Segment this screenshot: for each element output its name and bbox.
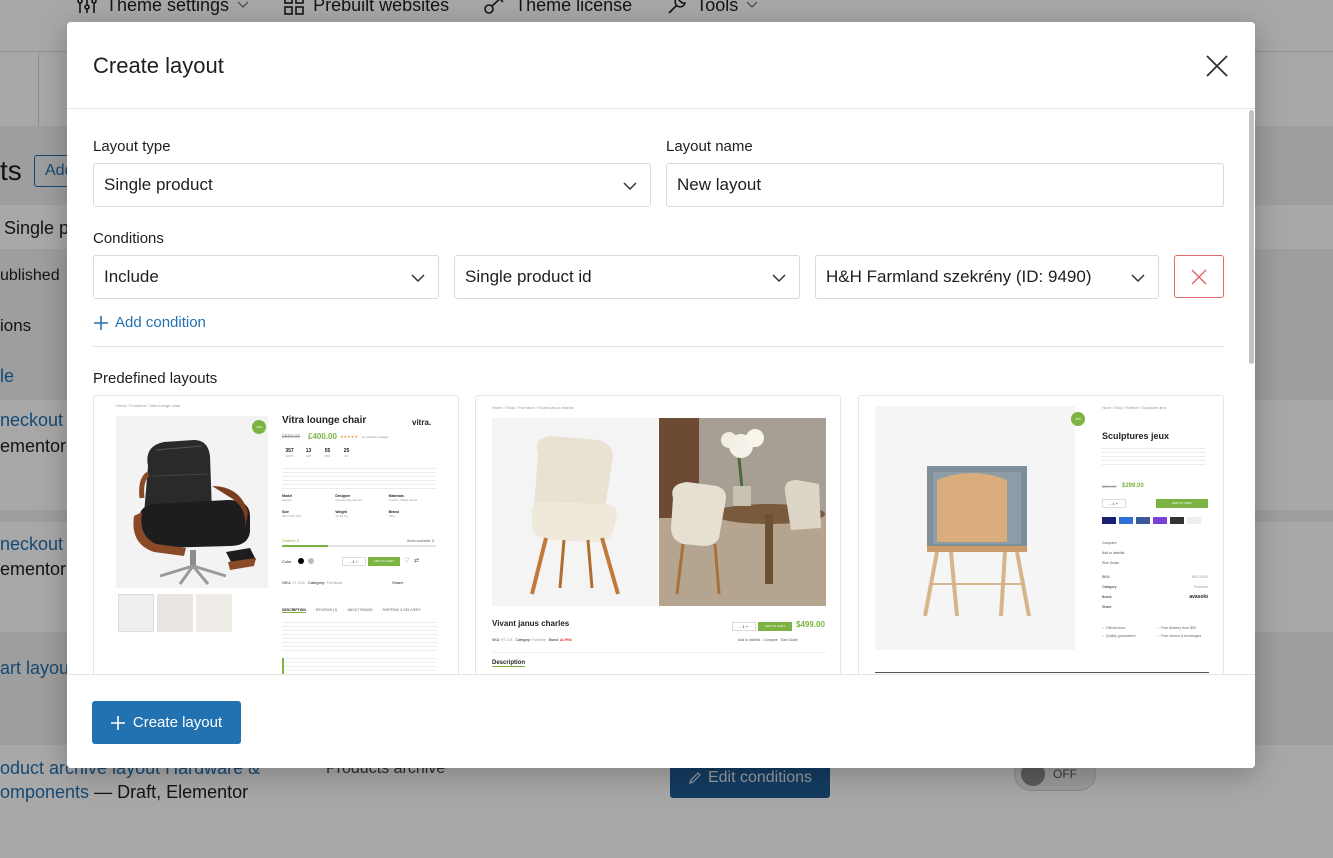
rating-stars-icon: ★★★★★: [340, 434, 358, 439]
condition-field-select[interactable]: Single product id: [454, 255, 800, 299]
stock-ordered: Ordered: 8: [282, 539, 299, 543]
create-layout-button[interactable]: Create layout: [92, 701, 241, 744]
layout-type-select[interactable]: Single product: [93, 163, 651, 207]
product-meta: SKU: LT-018 Category: Furniture: [282, 580, 343, 585]
quantity-stepper[interactable]: - 1 +: [1102, 499, 1126, 508]
quantity-stepper[interactable]: - 1 +: [342, 557, 366, 566]
heart-icon[interactable]: ♡: [404, 557, 409, 564]
condition-rule-select[interactable]: Include: [93, 255, 439, 299]
modal-title: Create layout: [93, 53, 224, 78]
modal-footer: Create layout: [67, 674, 1255, 768]
stock-available: Items available: 8: [407, 539, 435, 543]
condition-field-value: Single product id: [465, 267, 592, 286]
payment-icons: [1102, 517, 1201, 524]
old-price: $399.00: [1102, 484, 1117, 489]
predefined-layouts-label: Predefined layouts: [93, 370, 218, 387]
card-breadcrumb: Home / Shop / Furniture / Vivant janus c…: [492, 405, 574, 410]
quantity-stepper[interactable]: - 1 +: [732, 622, 756, 631]
chair-illustration: [133, 440, 256, 585]
card-price: $299.00: [1122, 483, 1144, 489]
product-links[interactable]: Compare Add to wishlist Size Guide: [1102, 538, 1124, 568]
predefined-layouts-grid: Home / Furniture / Vitra lounge chair -3…: [93, 395, 1224, 685]
feature-list: ✓ Official store ✓ Free delivery from $9…: [1102, 626, 1202, 638]
modal-header: Create layout: [67, 22, 1255, 109]
share-label: Share:: [392, 580, 404, 585]
modal-scrollbar[interactable]: [1249, 110, 1254, 364]
layout-name-value: New layout: [677, 175, 762, 194]
remove-condition-button[interactable]: [1174, 255, 1224, 298]
old-price: £599.00: [282, 434, 301, 440]
card-product-title: Sculptures jeux: [1102, 431, 1170, 441]
card-product-title: Vivant janus charles: [492, 619, 570, 628]
brand-logo: vitra.: [412, 418, 432, 427]
card-price: £400.00: [308, 432, 337, 441]
product-lifestyle-image: [659, 418, 826, 606]
countdown-timer: 357 DAYS 13 HR 55 MIN 25 SC: [285, 448, 350, 458]
discount-badge: -33%: [252, 420, 266, 434]
product-image-cabinet: -25%: [875, 406, 1085, 650]
product-image-chair: -33%: [116, 416, 268, 588]
layout-type-value: Single product: [104, 175, 213, 194]
color-label: Color: [282, 559, 292, 564]
chevron-down-icon: [411, 274, 425, 283]
description-text-block: [1102, 448, 1206, 468]
description-text-block: [282, 468, 436, 490]
plus-icon: [110, 715, 125, 730]
conditions-label: Conditions: [93, 230, 164, 247]
layout-card-vivant[interactable]: Home / Shop / Furniture / Vivant janus c…: [475, 395, 841, 685]
spec-grid: Model Eames Designer Charles Ray Eames Mat…: [282, 494, 418, 518]
color-swatch-grey[interactable]: [308, 558, 314, 564]
product-image-chair-white: [492, 418, 658, 606]
layout-name-label: Layout name: [666, 138, 753, 155]
add-to-cart-button[interactable]: ADD TO CART: [758, 622, 792, 631]
chevron-down-icon: [1131, 274, 1145, 283]
tab-content-text: [282, 622, 437, 652]
close-icon: [1191, 268, 1207, 285]
card-price: $499.00: [796, 620, 825, 629]
shuffle-icon[interactable]: ⇄: [414, 557, 419, 564]
product-meta: SKU: RT-104 Category: Furniture Brand: A…: [492, 638, 572, 642]
close-button[interactable]: [1201, 50, 1233, 82]
condition-target-value: H&H Farmland szekrény (ID: 9490): [826, 267, 1092, 286]
dining-scene-illustration: [659, 418, 826, 606]
close-icon: [1206, 55, 1228, 77]
condition-rule-value: Include: [104, 267, 159, 286]
add-to-cart-button[interactable]: ADD TO CART: [368, 557, 400, 566]
plus-icon: [94, 315, 108, 330]
layout-name-input[interactable]: New layout: [666, 163, 1224, 207]
section-divider: [93, 346, 1224, 347]
color-swatch-black[interactable]: [298, 558, 304, 564]
chevron-down-icon: [772, 274, 786, 283]
stock-progress-bar: [282, 545, 436, 547]
cabinet-illustration: [923, 466, 1031, 617]
card-breadcrumb: Home / Shop / Furniture / Sculptures jeu…: [1102, 406, 1167, 410]
add-to-cart-button[interactable]: ADD TO CART: [1156, 499, 1208, 508]
create-layout-button-label: Create layout: [132, 714, 223, 731]
chevron-down-icon: [623, 182, 637, 191]
chair-illustration: [530, 436, 620, 595]
create-layout-modal: Create layout Layout type Single product…: [67, 22, 1255, 768]
layout-card-vitra[interactable]: Home / Furniture / Vitra lounge chair -3…: [93, 395, 459, 685]
card-product-title: Vitra lounge chair: [282, 415, 367, 426]
condition-target-select[interactable]: H&H Farmland szekrény (ID: 9490): [815, 255, 1159, 299]
product-tabs: DESCRIPTION REVIEWS (1) ABOUT BRAND SHIP…: [282, 608, 421, 613]
thumbnail-strip: [118, 594, 232, 632]
discount-badge: -25%: [1071, 412, 1085, 426]
layout-card-sculptures[interactable]: -25% Home / Shop / Furniture / Sculpture…: [858, 395, 1224, 685]
layout-type-label: Layout type: [93, 138, 171, 155]
add-condition-button[interactable]: Add condition: [93, 314, 206, 331]
card-breadcrumb: Home / Furniture / Vitra lounge chair: [116, 403, 181, 408]
description-tab[interactable]: Description: [492, 660, 526, 667]
product-actions[interactable]: Add to wishlist Compare Size Guide: [738, 638, 798, 642]
product-meta: SKU: BSG-0051 Category: Furniture Brand: av…: [1102, 575, 1208, 609]
add-condition-label: Add condition: [115, 314, 206, 331]
review-count: (1 customer review): [362, 435, 389, 439]
